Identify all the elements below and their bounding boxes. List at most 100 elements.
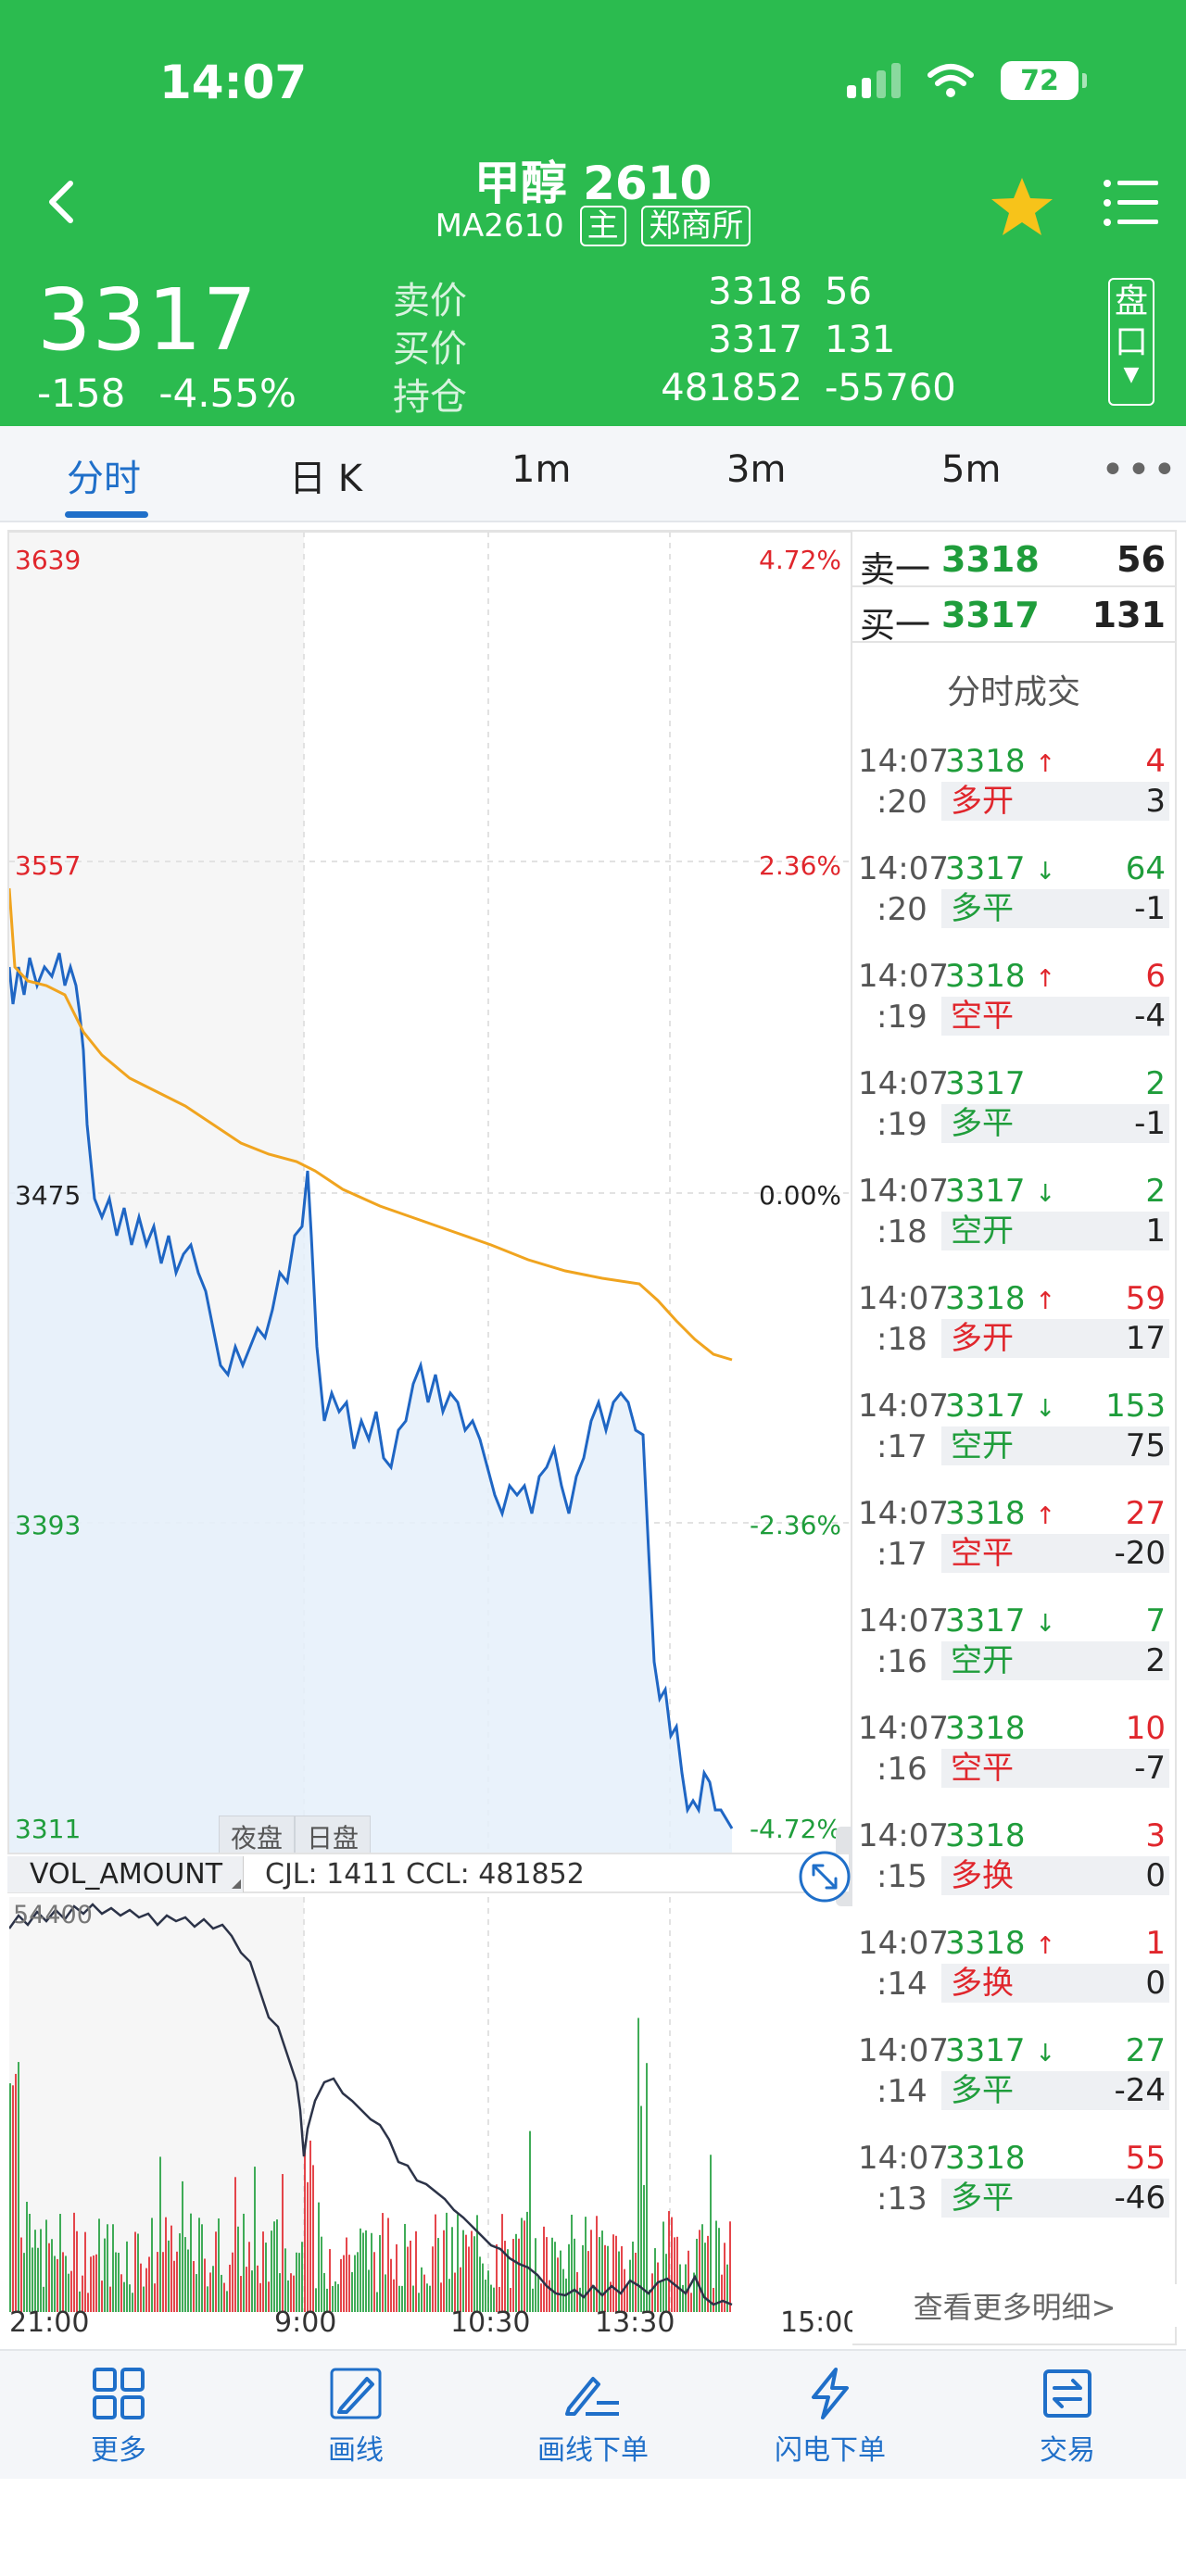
tab-3m[interactable]: 3m (726, 448, 786, 491)
pankou-toggle-button[interactable]: 盘 口 ▼ (1108, 278, 1154, 406)
quote-label: 卖价 (393, 280, 467, 322)
volume-bar (671, 2217, 673, 2312)
volume-bar (365, 2230, 367, 2312)
nav-trade[interactable]: 交易 (975, 2366, 1160, 2468)
menu-list-icon[interactable] (1103, 178, 1160, 228)
battery-icon: 72 (1001, 61, 1087, 100)
volume-bar (298, 2253, 300, 2312)
favorite-star-icon[interactable] (990, 176, 1054, 237)
volume-bar (54, 2256, 56, 2312)
volume-bar (95, 2254, 97, 2312)
trade-seconds: :20 (877, 784, 927, 821)
volume-bar (646, 2063, 648, 2312)
volume-bar (612, 2234, 614, 2312)
volume-bar (443, 2230, 445, 2312)
tab-intraday[interactable]: 分时 (67, 448, 141, 502)
volume-bar (390, 2258, 392, 2312)
nav-label: 更多 (91, 2434, 146, 2467)
view-more-details-link[interactable]: 查看更多明细> (852, 2284, 1177, 2327)
expand-icon[interactable] (797, 1849, 852, 1904)
arrow-up-icon: ↑ (1035, 750, 1056, 778)
caret-down-icon: ▼ (1123, 363, 1140, 386)
volume-bar (435, 2214, 436, 2312)
trade-volume: 27 (1125, 2032, 1166, 2069)
volume-bar (715, 2220, 717, 2312)
trade-type: 空开 (941, 1212, 1169, 1250)
tab-1m[interactable]: 1m (511, 448, 571, 491)
last-price: 3317 (37, 270, 259, 370)
volume-bar (657, 2262, 659, 2312)
volume-bar (84, 2231, 86, 2312)
intraday-chart[interactable]: 3639 3557 3475 3393 3311 4.72% 2.36% 0.0… (7, 530, 864, 1906)
nav-draw-order[interactable]: 画线下单 (500, 2366, 686, 2468)
volume-bar (460, 2267, 461, 2312)
volume-bar (543, 2226, 545, 2312)
trade-type: 多换 (941, 1856, 1169, 1895)
trade-price: 3317 ↓ (945, 1602, 1055, 1640)
trade-oi-change: 1 (1145, 1213, 1166, 1250)
volume-bar (396, 2243, 397, 2312)
trade-price: 3318 (945, 1817, 1026, 1854)
nav-lightning-order[interactable]: 闪电下单 (738, 2366, 923, 2468)
volume-bar (632, 2241, 634, 2312)
volume-bar (546, 2237, 548, 2312)
quote-grid: 卖价 3318 56 买价 3317 131 持仓 481852 -55760 (393, 270, 986, 419)
nav-more[interactable]: 更多 (26, 2366, 211, 2468)
volume-bar (29, 2213, 31, 2312)
tab-daily-k[interactable]: 日 K (289, 448, 362, 502)
volume-bar (696, 2238, 698, 2312)
volume-bar (215, 2231, 217, 2312)
trade-seconds: :18 (877, 1321, 927, 1358)
volume-bar (104, 2238, 106, 2312)
volume-bar (599, 2237, 600, 2312)
trade-volume: 7 (1145, 1602, 1166, 1640)
volume-bar (157, 2252, 158, 2312)
volume-bar (568, 2243, 570, 2312)
tab-5m[interactable]: 5m (941, 448, 1001, 491)
quote-qty: 56 (825, 270, 872, 313)
trade-seconds: :13 (877, 2180, 927, 2218)
volume-bar (262, 2231, 264, 2312)
trade-time: 14:07 (858, 1065, 949, 1102)
volume-bar (479, 2256, 481, 2312)
trade-time: 14:07 (858, 1817, 949, 1854)
volume-bar (468, 2246, 470, 2312)
trade-oi-change: -4 (1134, 998, 1166, 1035)
more-options-icon[interactable]: ••• (1101, 446, 1179, 494)
volume-bar (312, 2165, 314, 2312)
trade-time: 14:07 (858, 850, 949, 887)
trade-oi-change: 2 (1145, 1642, 1166, 1679)
trade-oi-change: -46 (1114, 2180, 1166, 2217)
volume-bar (571, 2214, 573, 2312)
volume-bar (276, 2219, 278, 2312)
trade-price-value: 3318 (945, 743, 1026, 780)
nav-draw-line[interactable]: 画线 (263, 2366, 448, 2468)
volume-bar (15, 2073, 17, 2312)
volume-bar (48, 2243, 50, 2312)
ob-label: 卖一 (860, 549, 931, 590)
volume-bar (201, 2224, 203, 2312)
trade-oi-change: -24 (1114, 2072, 1166, 2109)
volume-bar (587, 2251, 589, 2312)
indicator-select[interactable]: VOL_AMOUNT (7, 1856, 245, 1892)
volume-bar (65, 2256, 67, 2312)
y-left-label: 3393 (15, 1510, 82, 1540)
arrow-down-icon: ↓ (1035, 1180, 1056, 1208)
volume-bar (446, 2212, 448, 2312)
trade-volume: 10 (1125, 1710, 1166, 1747)
trades-title: 分时成交 (946, 673, 1080, 711)
volume-bar (654, 2248, 656, 2312)
trade-row: 14:07 3318 ↑ 59:18 多开 17 (852, 1276, 1175, 1384)
trade-icon (1043, 2369, 1091, 2418)
trade-row: 14:07 3318 10:16 空平 -7 (852, 1706, 1175, 1814)
trade-row: 14:07 3317 ↓ 27:14 多平 -24 (852, 2029, 1175, 2136)
exchange-tag: 郑商所 (641, 206, 751, 246)
quote-row-bid: 买价 3317 131 (393, 319, 986, 371)
volume-bar (107, 2224, 108, 2312)
x-axis-label: 9:00 (274, 2306, 337, 2339)
volume-chart (9, 1897, 733, 2312)
trade-price-value: 3318 (945, 1817, 1026, 1854)
trade-time: 14:07 (858, 1710, 949, 1747)
arrow-down-icon: ↓ (1035, 858, 1056, 886)
trade-seconds: :16 (877, 1751, 927, 1788)
